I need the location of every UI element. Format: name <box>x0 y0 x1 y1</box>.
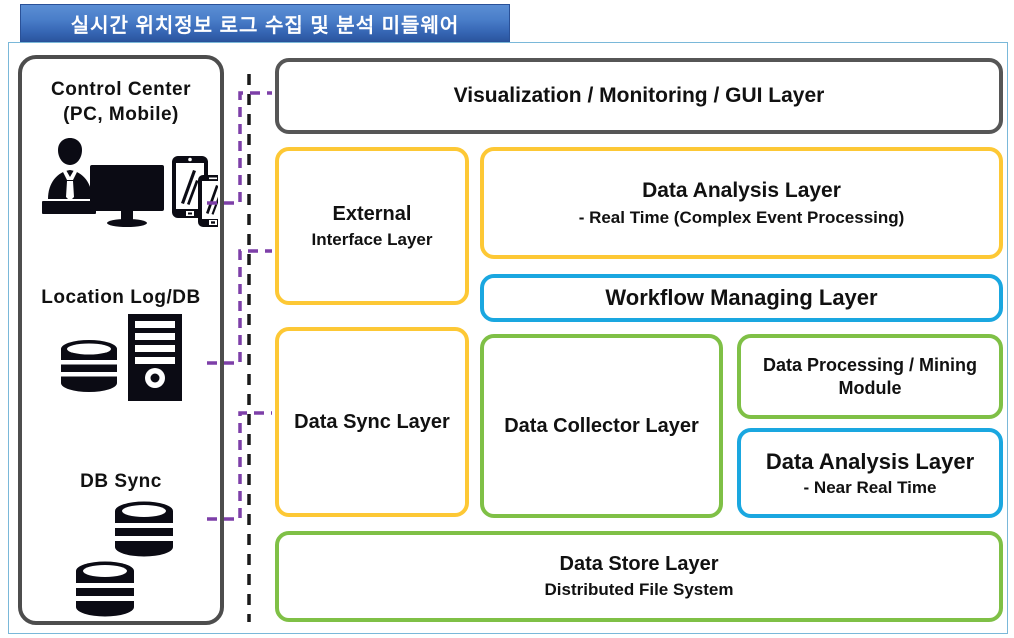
operator-icon <box>42 138 96 214</box>
layer-data-analysis-real-time[interactable]: Data Analysis Layer - Real Time (Complex… <box>480 147 1003 259</box>
control-center-icon-cluster <box>42 138 218 227</box>
diagram-title-banner: 실시간 위치정보 로그 수집 및 분석 미들웨어 <box>20 4 510 42</box>
layer-visualization-title: Visualization / Monitoring / GUI Layer <box>453 83 825 107</box>
layer-external-interface-subtitle: Interface Layer <box>311 229 433 249</box>
database-cylinder-icon <box>115 501 173 557</box>
smartphone-icon <box>198 175 218 227</box>
layer-data-store-title: Data Store Layer <box>559 553 719 576</box>
control-center-label-line1: Control Center <box>51 79 191 100</box>
layer-data-processing-mining-subtitle: Module <box>838 377 902 398</box>
layer-data-processing-mining[interactable]: Data Processing / Mining Module <box>737 334 1003 419</box>
layer-data-analysis-near-real-time[interactable]: Data Analysis Layer - Near Real Time <box>737 428 1003 518</box>
layer-data-analysis-near-real-time-title: Data Analysis Layer <box>765 448 975 474</box>
server-tower-icon <box>128 314 182 401</box>
layer-data-processing-mining-title: Data Processing / Mining <box>762 354 978 375</box>
layer-external-interface[interactable]: External Interface Layer <box>275 147 469 305</box>
diagram-canvas: 실시간 위치정보 로그 수집 및 분석 미들웨어 Control Center … <box>0 0 1014 638</box>
db-sync-label: DB Sync <box>80 471 162 492</box>
location-log-db-icon-cluster <box>61 314 182 401</box>
layer-data-analysis-real-time-title: Data Analysis Layer <box>642 178 841 202</box>
location-log-db-label: Location Log/DB <box>41 287 201 308</box>
db-sync-icon-cluster <box>76 501 173 617</box>
layer-visualization-monitoring-gui[interactable]: Visualization / Monitoring / GUI Layer <box>275 58 1003 134</box>
diagram-title-text: 실시간 위치정보 로그 수집 및 분석 미들웨어 <box>70 14 460 37</box>
database-cylinder-icon <box>61 340 117 392</box>
layer-data-sync-title: Data Sync Layer <box>294 410 450 433</box>
control-center-label-line2: (PC, Mobile) <box>63 104 179 125</box>
layer-workflow-managing-title: Workflow Managing Layer <box>605 285 878 311</box>
layer-data-store-subtitle: Distributed File System <box>544 580 734 600</box>
layer-data-collector[interactable]: Data Collector Layer <box>480 334 723 518</box>
layer-external-interface-title: External <box>332 202 412 225</box>
layer-data-collector-title: Data Collector Layer <box>504 414 699 437</box>
layer-data-analysis-real-time-subtitle: - Real Time (Complex Event Processing) <box>578 207 905 227</box>
left-device-panel: Control Center (PC, Mobile) Location Log… <box>18 55 224 625</box>
layer-data-store[interactable]: Data Store Layer Distributed File System <box>275 531 1003 622</box>
database-cylinder-icon <box>76 561 134 617</box>
layer-data-sync[interactable]: Data Sync Layer <box>275 327 469 517</box>
tablet-icon <box>172 156 208 218</box>
layer-workflow-managing[interactable]: Workflow Managing Layer <box>480 274 1003 322</box>
layer-data-analysis-near-real-time-subtitle: - Near Real Time <box>803 477 937 497</box>
desktop-monitor-icon <box>90 165 164 227</box>
